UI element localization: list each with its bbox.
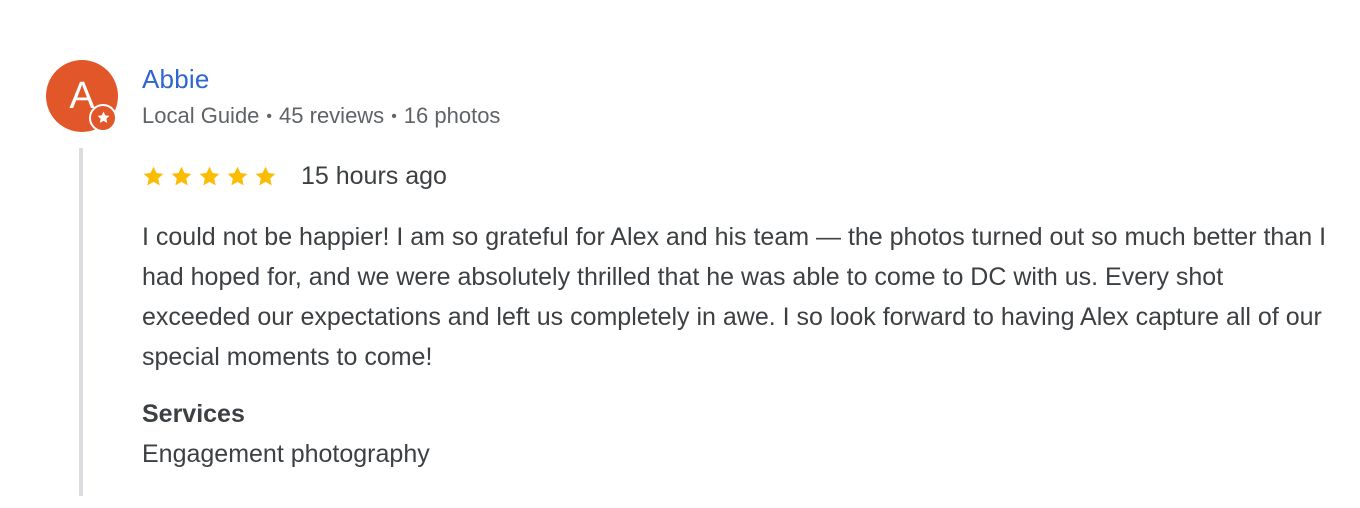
star-icon (171, 166, 192, 185)
local-guide-label: Local Guide (142, 103, 260, 128)
rating-row: 15 hours ago (142, 160, 447, 192)
star-icon (143, 166, 164, 185)
meta-separator: • (391, 108, 397, 125)
services-label: Services (142, 400, 245, 428)
star-rating (142, 165, 277, 188)
local-guide-star-icon (89, 104, 117, 132)
review-time: 15 hours ago (301, 161, 447, 190)
star-icon (199, 166, 220, 185)
reviewer-name[interactable]: Abbie (142, 64, 210, 95)
star-icon (255, 166, 276, 185)
reviewer-meta[interactable]: Local Guide • 45 reviews • 16 photos (142, 103, 500, 129)
review-count: 45 reviews (279, 103, 385, 128)
meta-separator: • (266, 108, 273, 125)
review-text: I could not be happier! I am so grateful… (142, 223, 1327, 371)
star-icon (227, 166, 248, 185)
thread-divider (79, 148, 83, 496)
review-card: A Abbie Local Guide • 45 reviews • 16 photos… (0, 0, 1360, 508)
photo-count: 16 photos (403, 103, 501, 128)
services-value: Engagement photography (142, 440, 430, 468)
